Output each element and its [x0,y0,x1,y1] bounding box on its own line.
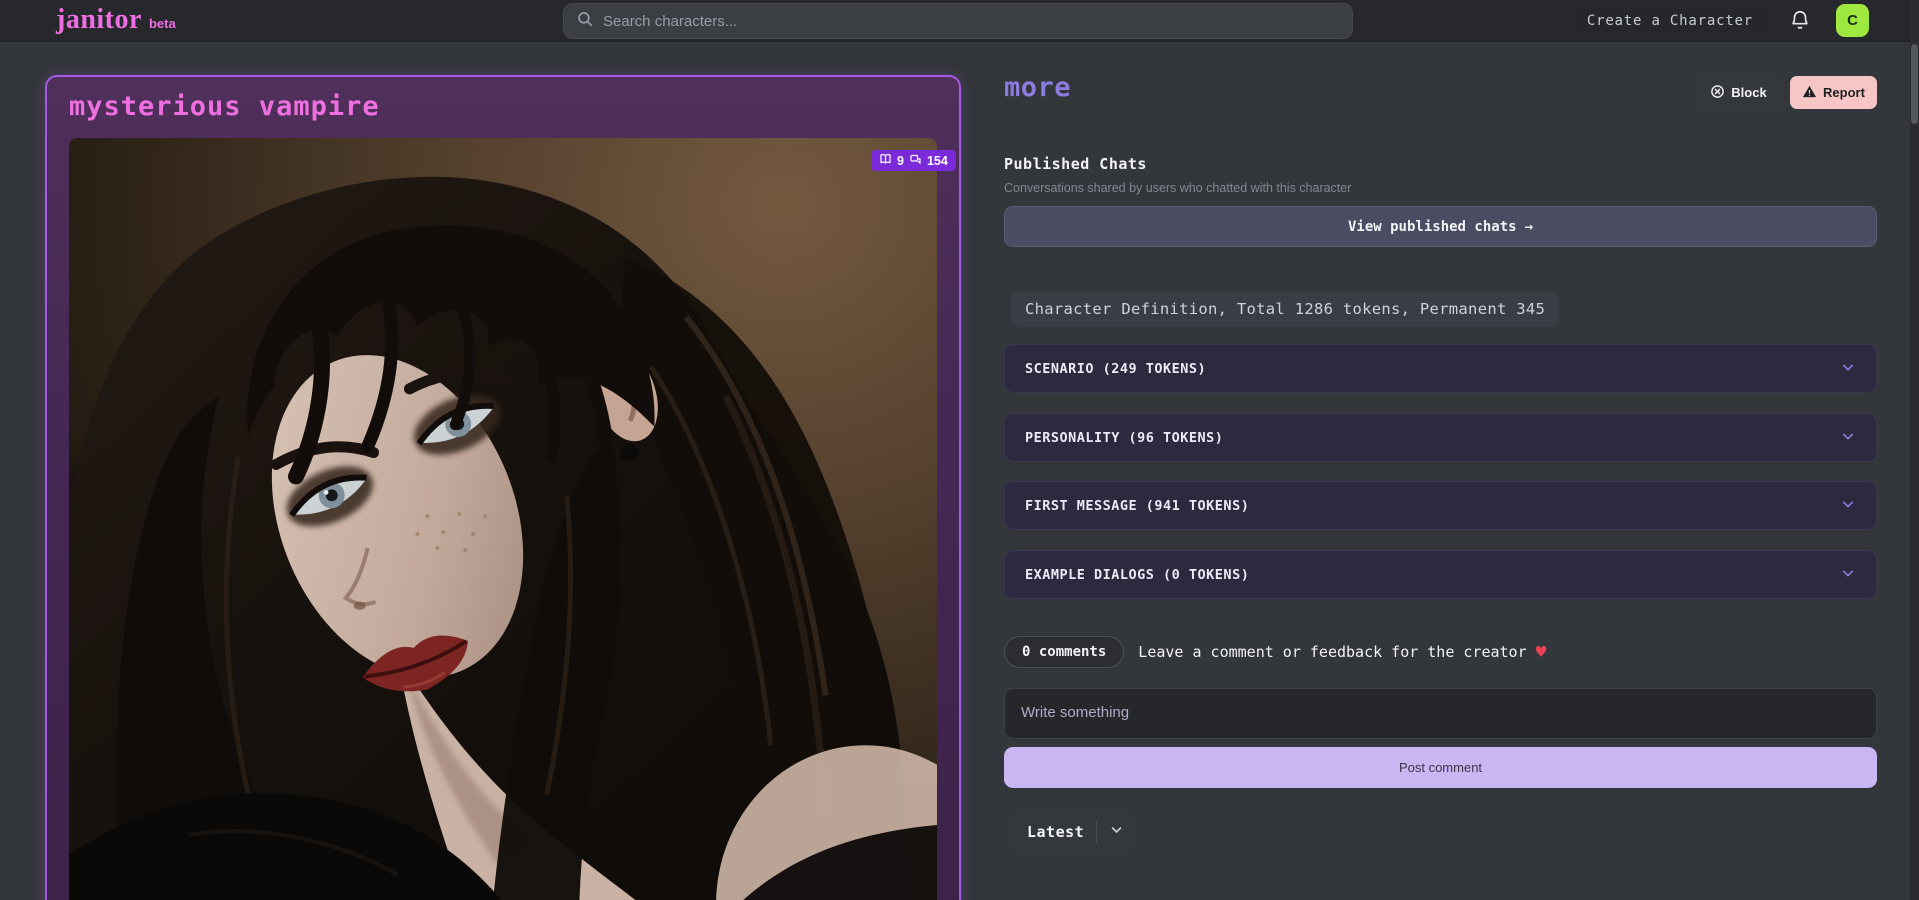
comments-header: 0 comments Leave a comment or feedback f… [1004,636,1547,668]
accordion-label: FIRST MESSAGE (941 TOKENS) [1025,498,1249,514]
published-chats-title: Published Chats [1004,155,1147,173]
accordion-example-dialogs[interactable]: EXAMPLE DIALOGS (0 TOKENS) [1004,550,1877,599]
block-label: Block [1731,85,1766,100]
search-icon [576,10,594,33]
scrollbar-thumb[interactable] [1911,44,1918,124]
scrollbar-track[interactable] [1910,0,1919,900]
accordion-label: SCENARIO (249 TOKENS) [1025,361,1206,377]
character-image [69,138,937,900]
logo-text: janitor [56,4,142,36]
report-label: Report [1823,85,1865,100]
chevron-down-icon [1840,496,1856,515]
accordion-label: PERSONALITY (96 TOKENS) [1025,430,1223,446]
comments-count-badge[interactable]: 0 comments [1004,636,1124,668]
comment-input[interactable] [1004,688,1877,739]
notifications-bell-icon[interactable] [1789,9,1813,33]
view-chats-label: View published chats [1348,219,1517,235]
comments-prompt: Leave a comment or feedback for the crea… [1138,642,1546,663]
chevron-down-icon [1109,822,1124,842]
book-count: 9 [897,154,904,168]
logo[interactable]: janitor beta [56,4,176,36]
post-comment-button[interactable]: Post comment [1004,747,1877,788]
character-definition-summary: Character Definition, Total 1286 tokens,… [1011,291,1559,327]
character-name: mysterious vampire [47,77,959,127]
view-published-chats-button[interactable]: View published chats → [1004,206,1877,247]
accordion-scenario[interactable]: SCENARIO (249 TOKENS) [1004,344,1877,393]
chats-icon [909,153,922,168]
search-input[interactable] [603,13,1340,30]
character-card: mysterious vampire [45,75,961,900]
divider [1096,822,1097,842]
book-icon [879,153,892,168]
page-title: more [1004,72,1071,103]
report-button[interactable]: Report [1790,76,1877,109]
block-button[interactable]: Block [1695,76,1782,109]
chat-count: 154 [927,154,948,168]
user-avatar[interactable]: C [1836,4,1869,37]
warning-icon [1802,84,1817,102]
top-nav: janitor beta Create a Character C [0,0,1919,42]
chevron-down-icon [1840,565,1856,584]
arrow-right-icon: → [1525,219,1533,235]
chevron-down-icon [1840,359,1856,378]
sort-dropdown[interactable]: Latest [1011,813,1136,850]
details-panel: more Block Report Published Chats Conver… [1004,0,1877,900]
character-stats-badge: 9 154 [871,150,956,171]
published-chats-subtitle: Conversations shared by users who chatte… [1004,181,1351,195]
create-character-button[interactable]: Create a Character [1572,6,1768,36]
block-icon [1710,84,1725,102]
sort-label: Latest [1027,823,1084,841]
character-portrait-art [69,138,937,900]
accordion-label: EXAMPLE DIALOGS (0 TOKENS) [1025,567,1249,583]
search-bar[interactable] [563,3,1353,39]
accordion-first-message[interactable]: FIRST MESSAGE (941 TOKENS) [1004,481,1877,530]
chevron-down-icon [1840,428,1856,447]
beta-badge: beta [149,16,176,31]
accordion-personality[interactable]: PERSONALITY (96 TOKENS) [1004,413,1877,462]
heart-icon: ♥ [1536,642,1547,663]
